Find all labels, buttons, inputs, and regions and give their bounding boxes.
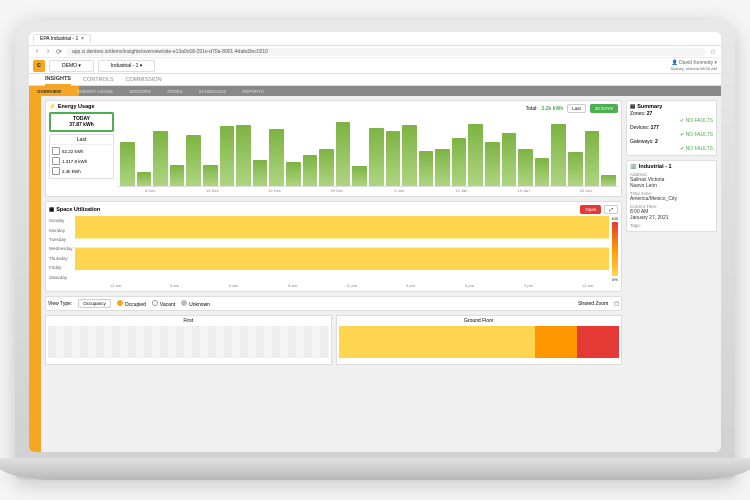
open-btn[interactable]: Open <box>580 205 601 214</box>
bar[interactable] <box>137 172 152 186</box>
last-box: Last 62.22 kWh 1,317.8 kWh 2.4k kWh <box>49 134 114 179</box>
reload-icon[interactable]: ⟳ <box>55 48 63 56</box>
browser-tab-bar: EPA Industrial - 1 × <box>29 32 721 46</box>
view-controls: View Type: Occupancy Occupied Vacant Unk… <box>45 296 622 311</box>
sub-nav: OVERVIEW ENERGY USAGE SENSORS ZONES SCHE… <box>29 86 721 96</box>
floor-ground[interactable]: Ground Floor <box>336 315 623 365</box>
site-info-panel: 🏢 Industrial - 1 Address: Salinas Victor… <box>626 160 717 232</box>
app-header: c DEMO ▾ Industrial - 1 ▾ 👤 David Kenned… <box>29 58 721 74</box>
subtab-energy[interactable]: ENERGY USAGE <box>73 89 117 94</box>
floor-row: First Ground Floor <box>45 315 622 365</box>
bar[interactable] <box>419 151 434 187</box>
subtab-zones[interactable]: ZONES <box>163 89 187 94</box>
floor-first-map <box>48 326 329 358</box>
floor-first[interactable]: First <box>45 315 332 365</box>
url-input[interactable]: app.ci.dentres.io/demo/insights/overview… <box>66 48 706 56</box>
site-title: 🏢 Industrial - 1 <box>630 164 713 170</box>
heatmap-hours: 12 am3 am6 am9 am12 pm3 pm6 pm9 pm12 am <box>49 282 618 288</box>
tab-insights[interactable]: INSIGHTS <box>45 74 71 86</box>
org-select[interactable]: DEMO ▾ <box>49 60 94 72</box>
bar[interactable] <box>452 138 467 186</box>
bar[interactable] <box>551 124 566 186</box>
heatmap-days: SundayMondayTuesdayWednesdayThursdayFrid… <box>49 216 73 282</box>
bar[interactable] <box>386 131 401 186</box>
bar[interactable] <box>303 155 318 186</box>
bar[interactable] <box>601 175 616 186</box>
view-type-select[interactable]: Occupancy <box>78 299 111 308</box>
last-btn[interactable]: Last <box>567 104 586 113</box>
bar[interactable] <box>220 126 235 186</box>
bar[interactable] <box>352 166 367 186</box>
bar[interactable] <box>319 149 334 186</box>
bar[interactable] <box>186 135 201 186</box>
x-axis: 8 Dec15 Dec22 Dec29 Dec5 Jan12 Jan19 Jan… <box>118 187 618 193</box>
subtab-overview[interactable]: OVERVIEW <box>33 89 65 94</box>
breadcrumb: DEMO ▾ Industrial - 1 ▾ <box>49 60 670 72</box>
space-panel: ▦ Space Utilization Open ⤢ SundayMondayT… <box>45 201 622 292</box>
calendar-year-icon <box>52 167 60 175</box>
summary-panel: ▤ Summary Zones: 27 ✔ NO FAULTS Devices:… <box>626 100 717 156</box>
subtab-sensors[interactable]: SENSORS <box>125 89 155 94</box>
bar[interactable] <box>203 165 218 186</box>
browser-tab[interactable]: EPA Industrial - 1 × <box>33 34 91 43</box>
today-box: TODAY 37.87 kWh <box>49 112 114 132</box>
bar[interactable] <box>485 142 500 186</box>
energy-chart: Total: 2.2k kWh Last 30 DAYS 8 Dec15 Dec… <box>118 104 618 193</box>
bar[interactable] <box>402 125 417 186</box>
star-icon[interactable]: ☆ <box>709 48 717 56</box>
heatmap-scale <box>612 222 618 276</box>
bar[interactable] <box>170 165 185 186</box>
bar[interactable] <box>568 152 583 186</box>
main-nav: INSIGHTS CONTROLS COMMISSION <box>29 74 721 86</box>
user-info[interactable]: 👤 David Kennedy ▾ Sydney, Victoria 08:00… <box>670 60 717 71</box>
gateways-status: ✔ NO FAULTS <box>630 146 713 152</box>
range-btn[interactable]: 30 DAYS <box>590 104 618 113</box>
heatmap-grid[interactable] <box>75 216 610 270</box>
occupied-dot <box>117 300 123 306</box>
bar[interactable] <box>120 142 135 186</box>
url-bar: ‹ › ⟳ app.ci.dentres.io/demo/insights/ov… <box>29 46 721 58</box>
bar[interactable] <box>336 122 351 186</box>
bar[interactable] <box>286 162 301 186</box>
floor-ground-map <box>339 326 620 358</box>
tab-commission[interactable]: COMMISSION <box>126 75 162 85</box>
bar[interactable] <box>585 131 600 186</box>
bar[interactable] <box>518 149 533 186</box>
bar[interactable] <box>153 131 168 186</box>
tab-controls[interactable]: CONTROLS <box>83 75 114 85</box>
expand-icon[interactable]: ⤢ <box>604 205 618 214</box>
subtab-schedules[interactable]: SCHEDULES <box>195 89 231 94</box>
unknown-dot <box>181 300 187 306</box>
bar[interactable] <box>236 125 251 186</box>
site-select[interactable]: Industrial - 1 ▾ <box>98 60 155 72</box>
bar[interactable] <box>535 158 550 186</box>
bar[interactable] <box>269 129 284 186</box>
bar[interactable] <box>253 160 268 186</box>
calendar-week-icon <box>52 147 60 155</box>
vacant-dot <box>152 300 158 306</box>
bar[interactable] <box>369 128 384 186</box>
forward-icon[interactable]: › <box>44 48 52 56</box>
bar[interactable] <box>435 149 450 186</box>
subtab-reports[interactable]: REPORTS <box>238 89 268 94</box>
sidebar-rail[interactable] <box>29 96 41 452</box>
calendar-month-icon <box>52 157 60 165</box>
zoom-toggle[interactable]: ▢ <box>614 301 619 307</box>
energy-title: ⚡ Energy Usage <box>49 104 114 110</box>
bar[interactable] <box>468 124 483 186</box>
energy-panel: ⚡ Energy Usage TODAY 37.87 kWh Last 62.2… <box>45 100 622 197</box>
logo[interactable]: c <box>33 60 45 72</box>
space-title: ▦ Space Utilization <box>49 207 100 213</box>
bar-chart <box>118 115 618 187</box>
bar[interactable] <box>502 133 517 186</box>
back-icon[interactable]: ‹ <box>33 48 41 56</box>
